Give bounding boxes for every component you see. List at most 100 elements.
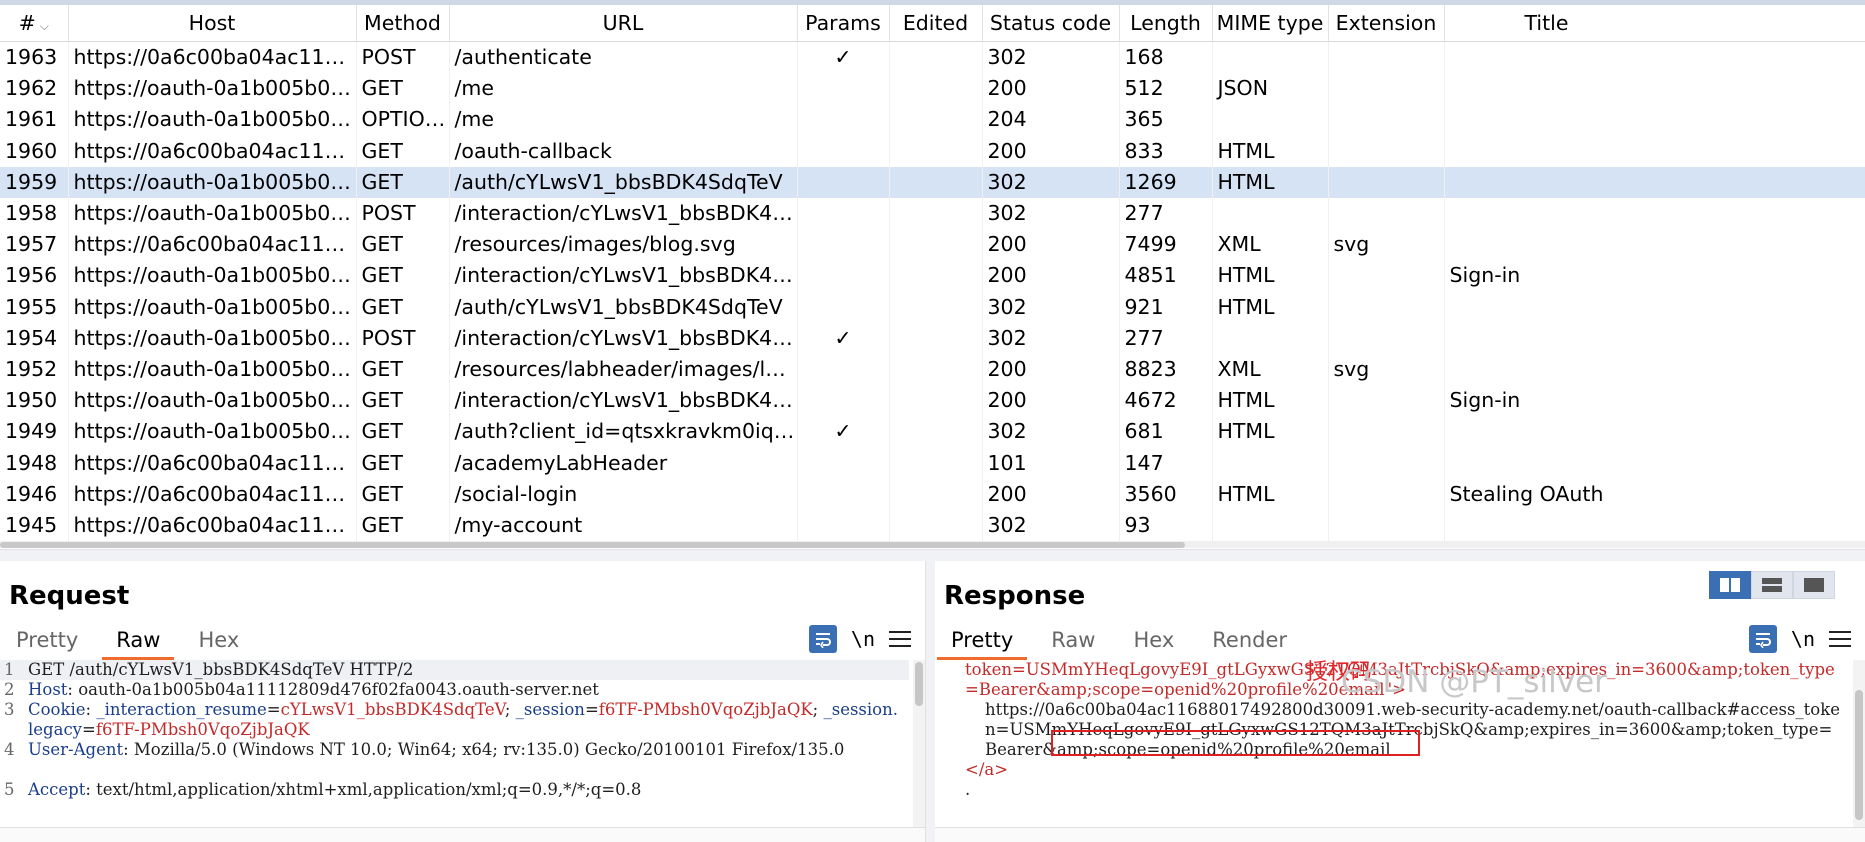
response-vertical-scrollbar[interactable] <box>1853 660 1865 828</box>
table-row[interactable]: 1958https://oauth-0a1b005b04a111...POST/… <box>0 197 1865 230</box>
wrap-lines-icon[interactable] <box>1748 625 1777 653</box>
table-row[interactable]: 1948https://0a6c00ba04ac11688017...GET/a… <box>0 447 1865 479</box>
cell-title: Sign-in <box>1444 260 1865 292</box>
scrollbar-thumb[interactable] <box>0 542 1185 548</box>
sort-desc-icon[interactable]: ⌵ <box>40 19 49 33</box>
anchor-close-tag: </a> <box>965 760 1009 779</box>
header-col-number[interactable]: # ⌵ <box>0 5 69 42</box>
table-row[interactable]: 1960https://0a6c00ba04ac11688017...GET/o… <box>0 135 1865 167</box>
cell-host: https://oauth-0a1b005b04a111... <box>68 385 357 417</box>
menu-icon[interactable] <box>1829 631 1851 647</box>
cell-host: https://oauth-0a1b005b04a111... <box>68 416 357 448</box>
header-value: text/html,application/xhtml+xml,applicat… <box>90 780 642 799</box>
tab-hex[interactable]: Hex <box>188 623 249 657</box>
show-newlines-icon[interactable]: \n <box>851 627 875 651</box>
cell-number: 1946 <box>0 478 69 510</box>
tab-hex[interactable]: Hex <box>1123 623 1184 657</box>
show-newlines-icon[interactable]: \n <box>1791 627 1815 651</box>
request-vertical-scrollbar[interactable] <box>913 660 925 828</box>
header-col-mime[interactable]: MIME type <box>1212 5 1329 42</box>
cell-params <box>797 166 890 198</box>
layout-stacked-icon[interactable] <box>1751 571 1793 599</box>
table-row[interactable]: 1959https://oauth-0a1b005b04a111...GET/a… <box>0 166 1865 198</box>
header-col-params[interactable]: Params <box>797 5 890 42</box>
cell-title <box>1444 322 1865 354</box>
cell-number: 1954 <box>0 322 69 354</box>
cell-params <box>797 260 890 292</box>
tab-pretty[interactable]: Pretty <box>6 623 88 657</box>
cell-mime: HTML <box>1212 291 1329 323</box>
table-row[interactable]: 1946https://0a6c00ba04ac11688017...GET/s… <box>0 478 1865 510</box>
cell-number: 1959 <box>0 166 69 198</box>
header-col-edited[interactable]: Edited <box>889 5 983 42</box>
header-label: URL <box>602 11 644 35</box>
layout-tabs-icon[interactable] <box>1793 571 1835 599</box>
table-row[interactable]: 1963https://0a6c00ba04ac11688017...POST/… <box>0 41 1865 74</box>
horizontal-scrollbar[interactable] <box>0 541 1865 548</box>
cell-mime: HTML <box>1212 385 1329 417</box>
cell-status: 302 <box>982 291 1120 323</box>
cell-host: https://0a6c00ba04ac11688017... <box>68 135 357 167</box>
header-col-title[interactable]: Title <box>1444 5 1865 42</box>
table-row[interactable]: 1945https://0a6c00ba04ac11688017...GET/m… <box>0 509 1865 541</box>
cell-params <box>797 104 890 136</box>
table-row[interactable]: 1961https://oauth-0a1b005b04a111...OPTIO… <box>0 104 1865 136</box>
tab-render[interactable]: Render <box>1202 623 1297 657</box>
table-row[interactable]: 1949https://oauth-0a1b005b04a111...GET/a… <box>0 416 1865 448</box>
tab-raw[interactable]: Raw <box>1041 623 1105 657</box>
cell-method: POST <box>356 41 450 74</box>
tab-raw[interactable]: Raw <box>102 623 175 660</box>
table-row[interactable]: 1950https://oauth-0a1b005b04a111...GET/i… <box>0 385 1865 417</box>
table-row[interactable]: 1962https://oauth-0a1b005b04a111...GET/m… <box>0 73 1865 105</box>
header-col-url[interactable]: URL <box>449 5 798 42</box>
cell-method: GET <box>356 478 450 510</box>
request-search-bar <box>0 827 925 842</box>
scrollbar-thumb[interactable] <box>1855 690 1863 820</box>
closing-tag: </a> <box>965 760 1843 780</box>
cell-edited <box>889 509 983 541</box>
request-editor[interactable]: 1 GET /auth/cYLwsV1_bbsBDK4SdqTeV HTTP/2… <box>0 660 925 828</box>
wrap-lines-icon[interactable] <box>808 625 837 653</box>
header-host: Host: oauth-0a1b005b04a11112809d476f02fa… <box>28 680 599 699</box>
scrollbar-thumb[interactable] <box>915 662 923 706</box>
cell-edited <box>889 229 983 261</box>
cell-edited <box>889 135 983 167</box>
cell-length: 93 <box>1119 509 1213 541</box>
table-row[interactable]: 1952https://oauth-0a1b005b04a111...GET/r… <box>0 353 1865 386</box>
cell-length: 1269 <box>1119 166 1213 198</box>
cell-length: 168 <box>1119 41 1213 74</box>
header-user-agent: User-Agent: Mozilla/5.0 (Windows NT 10.0… <box>28 740 845 759</box>
header-col-status[interactable]: Status code <box>982 5 1120 42</box>
request-title: Request <box>9 581 130 611</box>
tab-pretty[interactable]: Pretty <box>936 623 1028 660</box>
header-col-length[interactable]: Length <box>1119 5 1213 42</box>
cell-number: 1955 <box>0 291 69 323</box>
response-tools: \n <box>1748 623 1851 655</box>
cell-method: GET <box>356 135 450 167</box>
header-cookie: Cookie: _interaction_resume=cYLwsV1_bbsB… <box>28 700 898 740</box>
menu-icon[interactable] <box>889 631 911 647</box>
trailing-dot: . <box>965 780 971 799</box>
cell-extension <box>1328 291 1445 323</box>
cell-status: 302 <box>982 197 1120 230</box>
cell-edited <box>889 322 983 354</box>
watermark: CSDN @PT_silver <box>1341 664 1607 700</box>
cell-host: https://0a6c00ba04ac11688017... <box>68 41 357 74</box>
table-row[interactable]: 1955https://oauth-0a1b005b04a111...GET/a… <box>0 291 1865 323</box>
header-col-extension[interactable]: Extension <box>1328 5 1445 42</box>
cell-extension: svg <box>1328 353 1445 386</box>
cell-edited <box>889 197 983 230</box>
response-title: Response <box>944 581 1086 611</box>
cell-mime: HTML <box>1212 166 1329 198</box>
header-col-host[interactable]: Host <box>68 5 357 42</box>
cell-length: 7499 <box>1119 229 1213 261</box>
layout-side-by-side-icon[interactable] <box>1709 571 1751 599</box>
header-label: # <box>18 11 36 35</box>
cell-title <box>1444 135 1865 167</box>
table-row[interactable]: 1954https://oauth-0a1b005b04a111...POST/… <box>0 322 1865 354</box>
table-row[interactable]: 1956https://oauth-0a1b005b04a111...GET/i… <box>0 260 1865 292</box>
table-row[interactable]: 1957https://0a6c00ba04ac11688017...GET/r… <box>0 229 1865 261</box>
cookie-value: f6TF-PMbsh0VqoZjbJaQK <box>598 700 813 719</box>
header-col-method[interactable]: Method <box>356 5 450 42</box>
cell-status: 200 <box>982 385 1120 417</box>
